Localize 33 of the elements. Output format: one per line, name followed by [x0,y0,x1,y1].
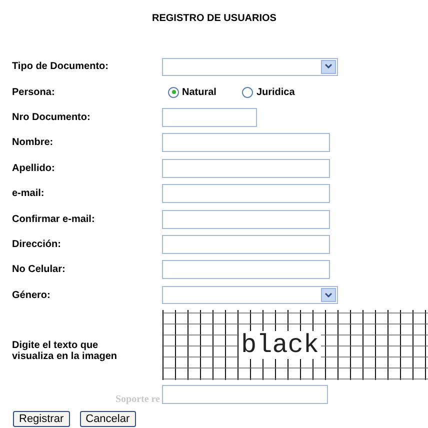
input-field[interactable] [162,158,330,178]
input-field[interactable] [162,108,257,127]
input-field[interactable] [162,133,330,152]
field-label: Género: [11,288,52,303]
form-button[interactable]: Registrar [13,410,70,427]
field-label: Apellido: [11,162,56,176]
input-field[interactable] [162,234,330,254]
field-label: Confirmar e-mail: [11,212,96,227]
field-label: Persona: [11,86,56,100]
field-label: Nombre: [11,136,54,150]
radio-label: Natural [182,86,216,100]
captcha-input-field[interactable] [162,384,328,404]
field-label: Dirección: [11,238,62,252]
radio-button[interactable] [242,86,254,98]
input-field[interactable] [162,260,330,280]
field-label: No Celular: [11,263,66,278]
dropdown-field[interactable] [162,286,338,304]
dropdown-field[interactable] [162,58,338,76]
radio-button[interactable] [168,86,179,98]
page-title: REGISTRO DE USUARIOS [152,12,278,26]
input-field[interactable] [162,210,330,229]
field-label: Nro Documento: [11,110,92,125]
radio-label: Juridica [256,86,295,100]
input-field[interactable] [162,184,330,204]
chevron-down-icon [325,64,332,70]
dropdown-button[interactable] [321,60,336,74]
field-label: Tipo de Documento: [11,60,110,74]
dropdown-button[interactable] [321,288,336,302]
chevron-down-icon [325,292,332,298]
captcha-text: black [238,330,321,359]
form-button[interactable]: Cancelar [80,410,136,427]
field-label: e-mail: [11,187,46,202]
field-label: Digite el texto que visualiza en la imagen [11,340,118,362]
